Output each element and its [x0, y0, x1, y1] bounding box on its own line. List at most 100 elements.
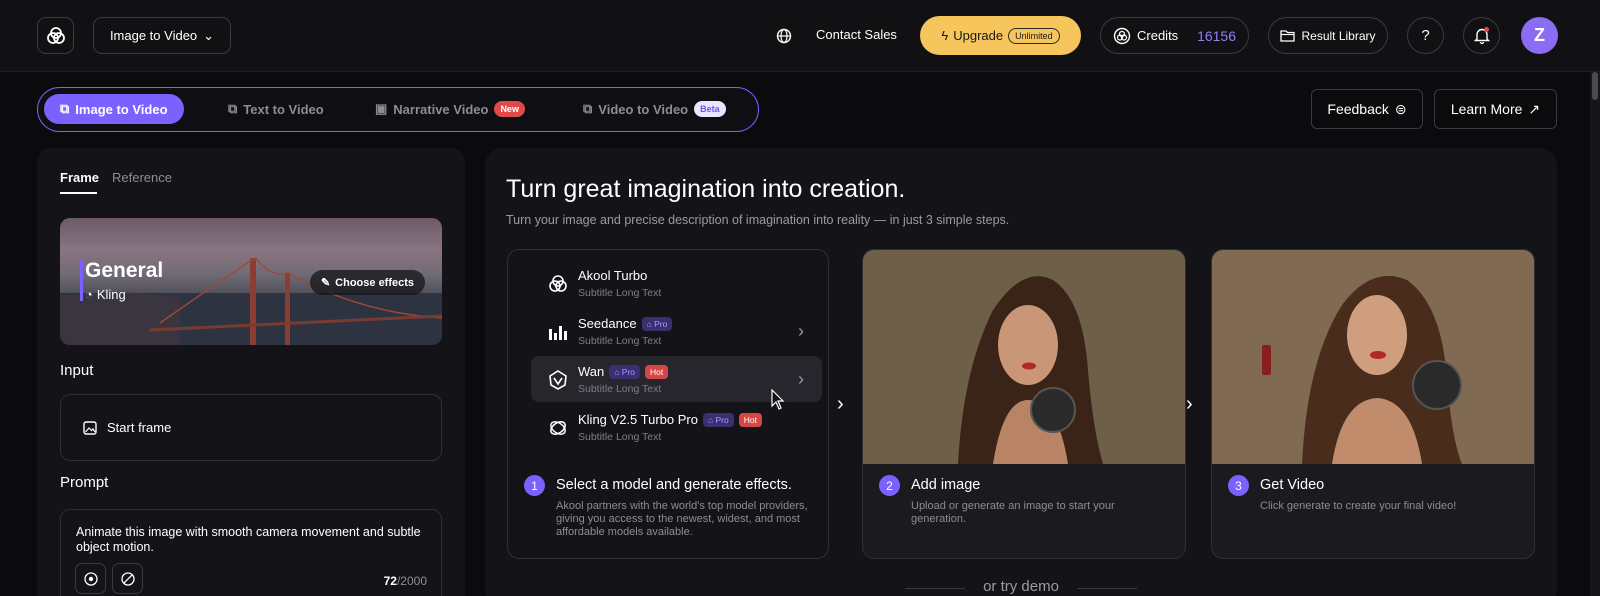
narrative-video-icon: ▣	[375, 101, 388, 116]
credits-icon	[1113, 27, 1131, 44]
chevron-right-icon: ›	[837, 393, 844, 415]
input-label: Input	[60, 362, 94, 379]
akool-logo-icon	[46, 26, 65, 44]
feedback-button[interactable]: Feedback ⊜	[1311, 89, 1423, 129]
learn-more-label: Learn More	[1450, 101, 1523, 117]
credits-button[interactable]: Credits 16156	[1100, 17, 1249, 54]
kling-icon: ◔	[85, 287, 93, 302]
step-description: Click generate to create your final vide…	[1260, 500, 1457, 512]
tab-image-to-video[interactable]: ⧉ Image to Video	[44, 94, 184, 124]
learn-more-button[interactable]: Learn More ↗	[1434, 89, 1557, 129]
result-library-label: Result Library	[1301, 28, 1376, 43]
prompt-text[interactable]: Animate this image with smooth camera mo…	[76, 525, 426, 555]
model-subtitle: Subtitle Long Text	[578, 287, 662, 299]
text-to-video-icon: ⧉	[228, 101, 238, 116]
model-name: Seedance ⌂ Pro	[578, 316, 673, 331]
tab-text-to-video[interactable]: ⧉ Text to Video	[228, 94, 324, 124]
choose-effects-label: Choose effects	[335, 276, 415, 289]
clear-icon[interactable]	[112, 563, 143, 594]
tab-label: Video to Video	[598, 101, 689, 117]
step-number: 3	[1228, 475, 1249, 496]
add-circle-icon[interactable]	[75, 563, 106, 594]
upgrade-button[interactable]: ϟ Upgrade Unlimited	[920, 16, 1081, 55]
mode-select-label: Image to Video	[109, 28, 198, 43]
chevron-down-icon: ⌄	[203, 27, 215, 43]
chat-icon: ⊜	[1394, 100, 1407, 117]
woman-result-image	[1212, 250, 1534, 464]
mode-tabs: ⧉ Image to Video ⧉ Text to Video ▣ Narra…	[37, 87, 759, 132]
effect-accent-bar	[80, 259, 83, 301]
model-subtitle: Subtitle Long Text	[578, 431, 662, 443]
choose-effects-button[interactable]: ✎ Choose effects	[310, 270, 425, 295]
tab-narrative-video[interactable]: ▣ Narrative Video New	[375, 94, 525, 124]
main-panel: Turn great imagination into creation. Tu…	[485, 148, 1557, 596]
pencil-icon: ✎	[320, 277, 331, 289]
contact-sales-link[interactable]: Contact Sales	[816, 27, 897, 42]
new-badge: New	[494, 101, 525, 117]
pro-badge: ⌂ Pro	[702, 412, 734, 427]
notification-dot	[1484, 27, 1489, 32]
hot-badge: Hot	[644, 364, 669, 379]
globe-icon[interactable]	[774, 26, 794, 46]
scrollbar-thumb[interactable]	[1592, 72, 1598, 100]
step-card-add-image: 2 Add image Upload or generate an image …	[862, 249, 1186, 559]
kling-logo-icon	[547, 417, 569, 439]
step-title: Get Video	[1260, 477, 1325, 493]
step-title: Select a model and generate effects.	[556, 477, 792, 493]
model-subtitle: Subtitle Long Text	[578, 383, 662, 395]
divider	[1077, 588, 1137, 589]
step-number: 1	[524, 475, 545, 496]
tab-reference[interactable]: Reference	[112, 170, 172, 185]
avatar[interactable]: Z	[1521, 17, 1558, 54]
model-name-label: Kling V2.5 Turbo Pro	[578, 412, 698, 427]
arrow-up-right-icon: ↗	[1528, 100, 1541, 117]
step-card-select-model: Akool Turbo Subtitle Long Text Seedance ⌂…	[507, 249, 829, 559]
top-bar: Image to Video ⌄ Contact Sales ϟ Upgrade…	[0, 0, 1600, 72]
model-row-seedance[interactable]: Seedance ⌂ Pro Subtitle Long Text ›	[531, 308, 822, 354]
woman-lipstick-image	[863, 250, 1185, 464]
prompt-char-count: 72/2000	[384, 574, 427, 588]
model-row-akool-turbo[interactable]: Akool Turbo Subtitle Long Text	[531, 260, 822, 306]
step-description: Akool partners with the world's top mode…	[556, 500, 808, 538]
logo-button[interactable]	[37, 17, 74, 54]
help-icon: ?	[1421, 27, 1430, 44]
tab-label: Narrative Video	[393, 101, 489, 117]
chevron-right-icon: ›	[1186, 393, 1193, 415]
model-name: Kling V2.5 Turbo Pro ⌂ Pro Hot	[578, 412, 762, 427]
image-to-video-icon: ⧉	[60, 101, 70, 116]
effect-title: General	[85, 259, 164, 282]
credits-label: Credits	[1137, 28, 1179, 43]
mouse-cursor-icon	[771, 389, 785, 410]
pro-badge: ⌂ Pro	[609, 364, 640, 379]
notifications-button[interactable]	[1463, 17, 1500, 54]
try-demo-label[interactable]: or try demo	[485, 578, 1557, 595]
mode-select[interactable]: Image to Video ⌄	[93, 17, 231, 54]
model-name: Wan ⌂ Pro Hot	[578, 364, 669, 379]
pro-badge-label: Pro	[715, 414, 729, 425]
credits-value: 16156	[1197, 27, 1236, 44]
effect-card[interactable]: General ◔ Kling ✎ Choose effects	[60, 218, 442, 345]
tab-video-to-video[interactable]: ⧉ Video to Video Beta	[583, 94, 726, 124]
result-library-button[interactable]: Result Library	[1268, 17, 1388, 54]
chevron-right-icon: ›	[798, 321, 804, 341]
step-number: 2	[879, 475, 900, 496]
page-title: Turn great imagination into creation.	[506, 175, 906, 203]
pro-badge: ⌂ Pro	[641, 316, 673, 331]
prompt-max: /2000	[396, 574, 427, 588]
page-scrollbar[interactable]	[1590, 72, 1600, 596]
prompt-input[interactable]: Animate this image with smooth camera mo…	[60, 509, 442, 596]
left-panel: Frame Reference General ◔ Kling ✎ Choose…	[37, 148, 465, 596]
prompt-count: 72	[383, 574, 397, 588]
lightning-icon: ϟ	[941, 28, 949, 43]
feedback-label: Feedback	[1327, 101, 1389, 117]
start-frame-upload[interactable]: Start frame	[60, 394, 442, 461]
chevron-right-icon: ›	[798, 369, 804, 389]
model-subtitle: Subtitle Long Text	[578, 335, 662, 347]
tab-label: Image to Video	[75, 101, 168, 117]
tab-frame[interactable]: Frame	[60, 170, 99, 185]
step-description: Upload or generate an image to start you…	[911, 500, 1115, 525]
start-frame-label: Start frame	[107, 420, 172, 435]
help-button[interactable]: ?	[1407, 17, 1444, 54]
pro-badge-label: Pro	[654, 318, 668, 329]
image-icon	[83, 420, 97, 435]
